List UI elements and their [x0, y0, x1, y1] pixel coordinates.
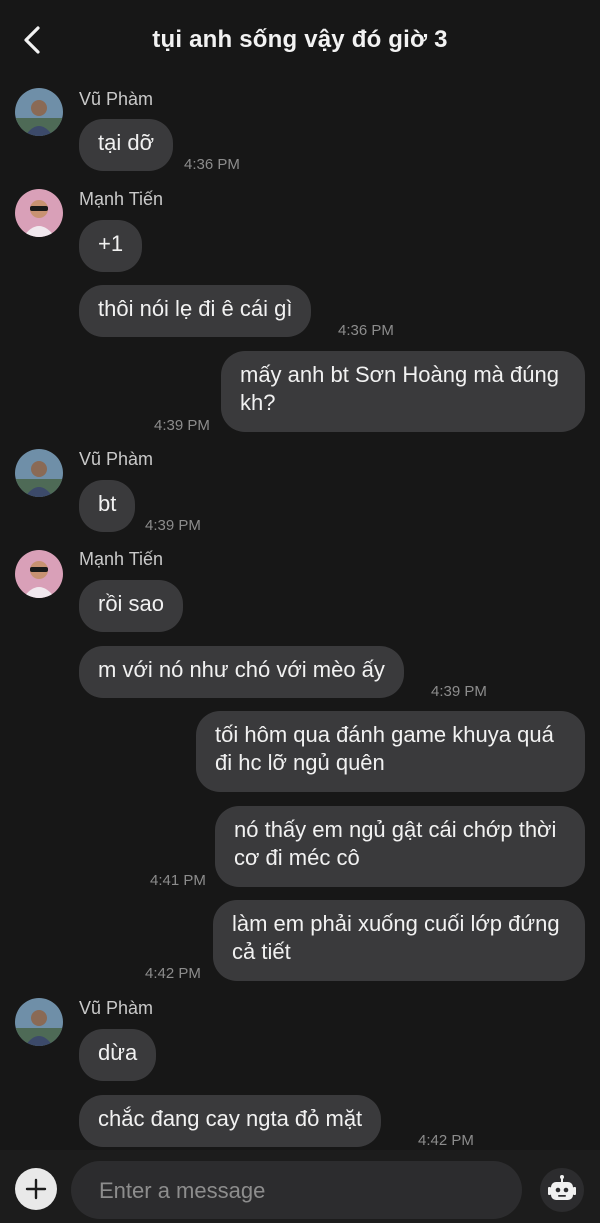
- message-timestamp: 4:42 PM: [145, 965, 201, 982]
- message-text: làm em phải xuống cuối lớp đứng cả tiết: [232, 911, 560, 964]
- plus-icon: [25, 1178, 47, 1200]
- avatar-vu-pham[interactable]: [15, 998, 63, 1046]
- sender-name: Mạnh Tiến: [79, 189, 164, 209]
- message-text: tối hôm qua đánh game khuya quá đi hc lỡ…: [215, 722, 554, 775]
- message-text: thôi nói lẹ đi ê cái gì: [98, 296, 293, 321]
- message-timestamp: 4:39 PM: [145, 517, 201, 534]
- robot-icon: [548, 1175, 576, 1200]
- message-bubble-outgoing[interactable]: tối hôm qua đánh game khuya quá đi hc lỡ…: [196, 711, 585, 792]
- message-timestamp: 4:36 PM: [338, 322, 394, 339]
- message-text: chắc đang cay ngta đỏ mặt: [98, 1106, 363, 1131]
- message-bubble[interactable]: +1: [79, 220, 143, 272]
- sender-name: Mạnh Tiến: [79, 549, 164, 569]
- sender-name: Vũ Phàm: [79, 89, 154, 109]
- message-bubble[interactable]: thôi nói lẹ đi ê cái gì: [79, 285, 312, 337]
- add-attachment-button[interactable]: [15, 1168, 57, 1210]
- chat-header: tụi anh sống vậy đó giờ 3: [0, 0, 600, 80]
- message-timestamp: 4:39 PM: [154, 417, 210, 434]
- message-bubble[interactable]: rồi sao: [79, 580, 184, 632]
- message-timestamp: 4:39 PM: [431, 683, 487, 700]
- sender-name: Vũ Phàm: [79, 449, 154, 469]
- message-composer: [0, 1150, 600, 1223]
- message-text: rồi sao: [98, 591, 165, 616]
- message-bubble[interactable]: chắc đang cay ngta đỏ mặt: [79, 1095, 382, 1147]
- message-bubble[interactable]: bt: [79, 480, 136, 532]
- message-bubble-outgoing[interactable]: nó thấy em ngủ gật cái chớp thời cơ đi m…: [215, 806, 585, 887]
- avatar-manh-tien[interactable]: [15, 189, 63, 237]
- chat-title: tụi anh sống vậy đó giờ 3: [152, 26, 448, 53]
- avatar-vu-pham[interactable]: [15, 449, 63, 497]
- message-text: m với nó như chó với mèo ấy: [98, 657, 385, 682]
- message-bubble[interactable]: tại dỡ: [79, 119, 174, 171]
- message-text: mấy anh bt Sơn Hoàng mà đúng kh?: [240, 362, 559, 415]
- message-timestamp: 4:41 PM: [150, 872, 206, 889]
- message-text: nó thấy em ngủ gật cái chớp thời cơ đi m…: [234, 817, 557, 870]
- message-text: dừa: [98, 1040, 138, 1065]
- message-input[interactable]: [97, 1161, 501, 1221]
- message-text: tại dỡ: [98, 130, 155, 155]
- message-timestamp: 4:36 PM: [184, 156, 240, 173]
- message-input-container: [71, 1161, 522, 1221]
- message-bubble-outgoing[interactable]: làm em phải xuống cuối lớp đứng cả tiết: [213, 900, 585, 981]
- message-bubble[interactable]: m với nó như chó với mèo ấy: [79, 646, 404, 698]
- message-text: bt: [98, 491, 117, 516]
- message-bubble[interactable]: dừa: [79, 1029, 157, 1081]
- message-timestamp: 4:42 PM: [418, 1132, 474, 1149]
- avatar-manh-tien[interactable]: [15, 550, 63, 598]
- bot-button[interactable]: [540, 1168, 584, 1212]
- avatar-vu-pham[interactable]: [15, 88, 63, 136]
- message-text: +1: [98, 231, 124, 256]
- message-bubble-outgoing[interactable]: mấy anh bt Sơn Hoàng mà đúng kh?: [221, 351, 585, 432]
- sender-name: Vũ Phàm: [79, 998, 154, 1018]
